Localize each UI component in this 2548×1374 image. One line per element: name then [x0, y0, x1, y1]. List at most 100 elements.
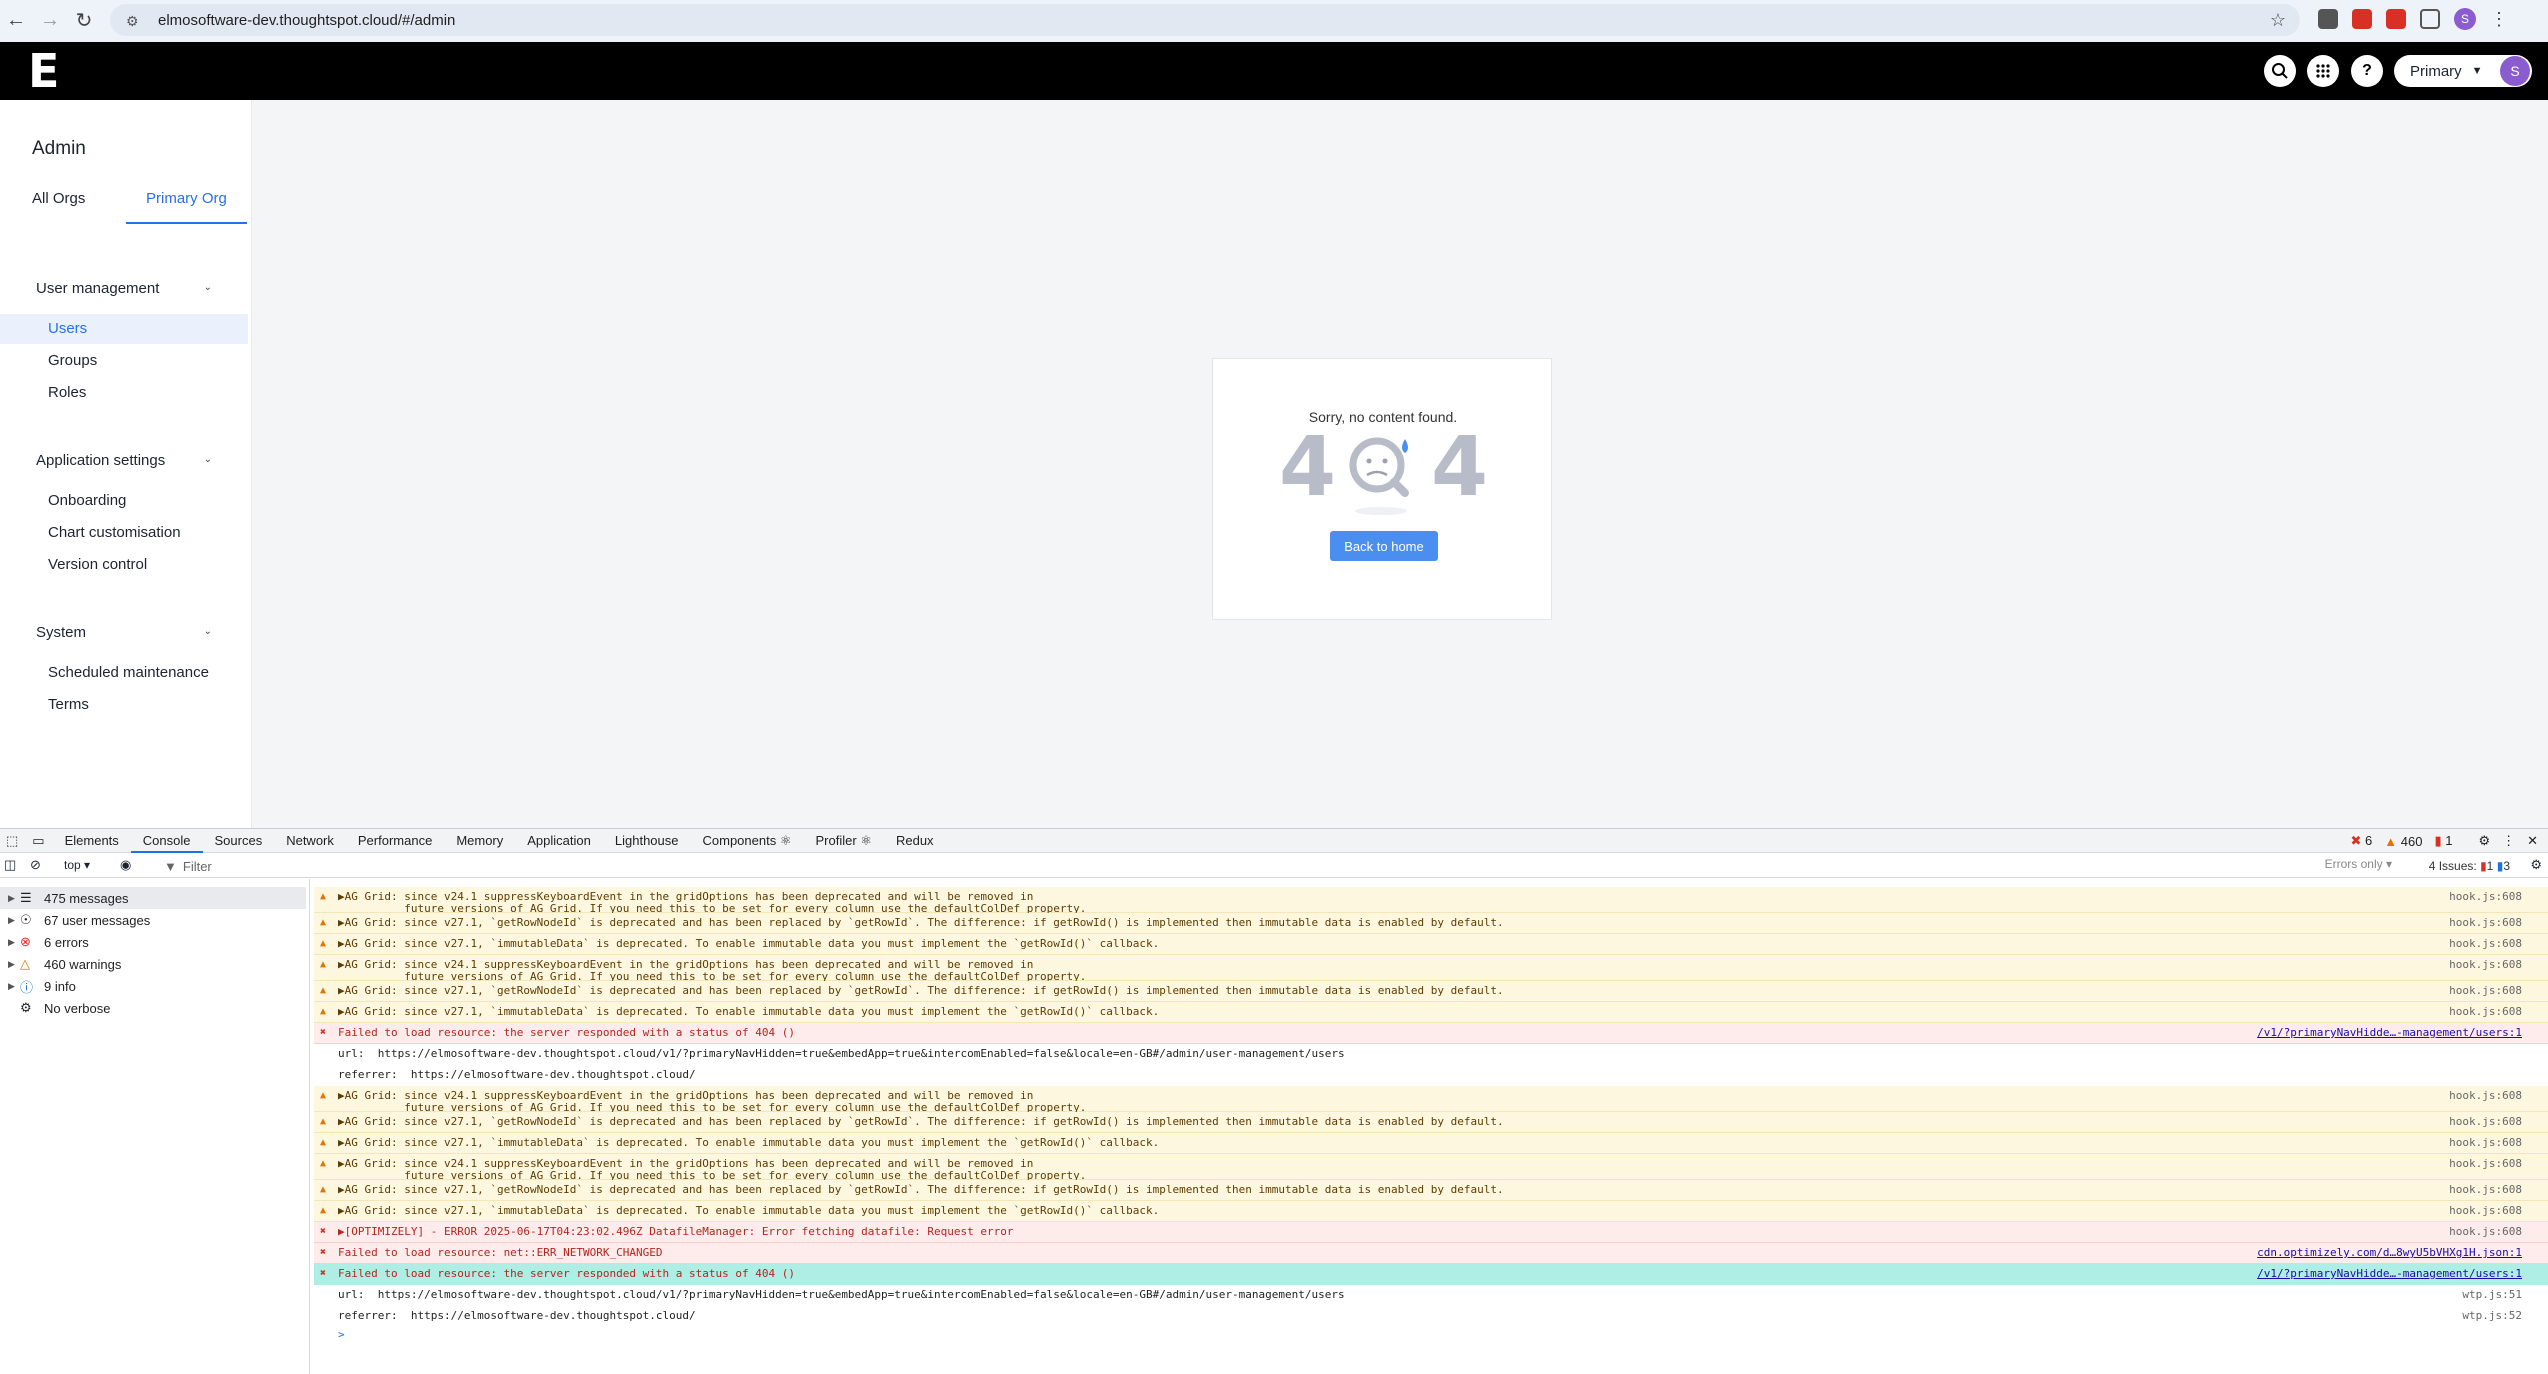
console-message[interactable]: ▲ ▶AG Grid: since v24.1 suppressKeyboardE… — [314, 955, 2548, 983]
console-message[interactable]: ✖ Failed to load resource: net::ERR_NETWO… — [314, 1243, 2548, 1264]
back-to-home-button[interactable]: Back to home — [1330, 531, 1438, 561]
live-expression-eye-icon[interactable]: ◉ — [120, 857, 131, 873]
summary-messages[interactable]: ▶ ☰ 475 messages — [0, 887, 306, 909]
sidebar-item-scheduled-maintenance[interactable]: Scheduled maintenance — [0, 658, 248, 688]
sidebar-toggle-icon[interactable]: ◫ — [4, 857, 16, 873]
tab-elements[interactable]: Elements — [53, 829, 131, 853]
address-bar[interactable]: ⚙ elmosoftware-dev.thoughtspot.cloud/#/a… — [110, 4, 2300, 36]
console-message[interactable]: url: https://elmosoftware-dev.thoughtspo… — [314, 1044, 2548, 1065]
console-message[interactable]: ▲ ▶AG Grid: since v27.1, `immutableData` … — [314, 1201, 2548, 1222]
org-switcher[interactable]: Primary ▼ S — [2394, 55, 2532, 87]
console-message[interactable]: ▲ ▶AG Grid: since v27.1, `getRowNodeId` i… — [314, 1180, 2548, 1201]
console-message[interactable]: ▲ ▶AG Grid: since v27.1, `getRowNodeId` i… — [314, 1112, 2548, 1133]
console-message[interactable]: ▲ ▶AG Grid: since v27.1, `immutableData` … — [314, 1133, 2548, 1154]
source-link[interactable]: hook.js:608 — [2449, 1158, 2522, 1170]
source-link[interactable]: hook.js:608 — [2449, 1116, 2522, 1128]
inspect-icon[interactable]: ⬚ — [0, 833, 24, 849]
issues-button[interactable]: 4 Issues: ▮1 ▮3 — [2429, 859, 2510, 873]
console-settings-icon[interactable]: ⚙ — [2530, 857, 2542, 873]
console-message[interactable]: ▲ ▶AG Grid: since v27.1, `getRowNodeId` i… — [314, 981, 2548, 1002]
profile-avatar[interactable]: S — [2454, 8, 2476, 30]
source-link[interactable]: hook.js:608 — [2449, 1205, 2522, 1217]
console-message[interactable]: ✖ ▶[OPTIMIZELY] - ERROR 2025-06-17T04:23:… — [314, 1222, 2548, 1243]
device-toolbar-icon[interactable]: ▭ — [24, 833, 52, 849]
source-link[interactable]: hook.js:608 — [2449, 1184, 2522, 1196]
extension-icon[interactable] — [2386, 9, 2406, 29]
tab-redux[interactable]: Redux — [884, 829, 946, 853]
console-message[interactable]: referrer: https://elmosoftware-dev.thoug… — [314, 1306, 2548, 1327]
source-link[interactable]: hook.js:608 — [2449, 959, 2522, 971]
context-selector[interactable]: top ▾ — [64, 858, 90, 872]
console-message[interactable]: ▲ ▶AG Grid: since v27.1, `immutableData` … — [314, 934, 2548, 955]
site-info-icon[interactable]: ⚙ — [126, 13, 144, 29]
sidebar-item-chart-customisation[interactable]: Chart customisation — [0, 518, 248, 548]
tab-sources[interactable]: Sources — [203, 829, 275, 853]
sidebar-item-version-control[interactable]: Version control — [0, 550, 248, 580]
console-message[interactable]: ✖ Failed to load resource: the server res… — [314, 1264, 2548, 1285]
sidebar-item-users[interactable]: Users — [0, 314, 248, 344]
tab-profiler[interactable]: Profiler ⚛ — [804, 829, 884, 853]
extension-icon[interactable] — [2352, 9, 2372, 29]
source-link[interactable]: hook.js:608 — [2449, 1226, 2522, 1238]
tab-lighthouse[interactable]: Lighthouse — [603, 829, 691, 853]
bookmark-star-icon[interactable]: ☆ — [2270, 10, 2286, 31]
console-message[interactable]: ▲ ▶AG Grid: since v24.1 suppressKeyboardE… — [314, 887, 2548, 915]
source-link[interactable]: /v1/?primaryNavHidde…-management/users:1 — [2257, 1268, 2522, 1280]
console-prompt[interactable]: > — [314, 1329, 2548, 1347]
error-count[interactable]: ✖ 6 — [2351, 833, 2373, 849]
info-count[interactable]: ▮ 1 — [2434, 833, 2452, 849]
reload-icon[interactable]: ↻ — [68, 4, 100, 36]
summary-verbose[interactable]: ⚙ No verbose — [0, 997, 306, 1019]
summary-info[interactable]: ▶ ⓘ 9 info — [0, 975, 306, 997]
more-options-icon[interactable]: ⋮ — [2502, 833, 2515, 849]
source-link[interactable]: hook.js:608 — [2449, 1006, 2522, 1018]
summary-errors[interactable]: ▶ ⊗ 6 errors — [0, 931, 306, 953]
source-link[interactable]: hook.js:608 — [2449, 1090, 2522, 1102]
source-link[interactable]: hook.js:608 — [2449, 1137, 2522, 1149]
console-message[interactable]: ✖ Failed to load resource: the server res… — [314, 1023, 2548, 1044]
close-icon[interactable]: ✕ — [2527, 833, 2538, 849]
section-application-settings[interactable]: Application settings ⌄ — [36, 452, 212, 469]
console-message[interactable]: ▲ ▶AG Grid: since v24.1 suppressKeyboardE… — [314, 1086, 2548, 1114]
console-message[interactable]: url: https://elmosoftware-dev.thoughtspo… — [314, 1285, 2548, 1306]
console-message[interactable]: ▲ ▶AG Grid: since v24.1 suppressKeyboardE… — [314, 1154, 2548, 1182]
summary-user-messages[interactable]: ▶ ☉ 67 user messages — [0, 909, 306, 931]
sidebar-item-terms[interactable]: Terms — [0, 690, 248, 720]
tab-network[interactable]: Network — [274, 829, 346, 853]
console-message[interactable]: referrer: https://elmosoftware-dev.thoug… — [314, 1065, 2548, 1086]
tab-all-orgs[interactable]: All Orgs — [32, 186, 85, 224]
source-link[interactable]: hook.js:608 — [2449, 985, 2522, 997]
source-link[interactable]: cdn.optimizely.com/d…8wyU5bVHXg1H.json:1 — [2257, 1247, 2522, 1259]
section-system[interactable]: System ⌄ — [36, 624, 212, 641]
source-link[interactable]: wtp.js:52 — [2462, 1310, 2522, 1322]
app-logo[interactable]: E — [28, 48, 59, 94]
extension-icon[interactable] — [2318, 9, 2338, 29]
source-link[interactable]: hook.js:608 — [2449, 938, 2522, 950]
summary-warnings[interactable]: ▶ △ 460 warnings — [0, 953, 306, 975]
tab-components[interactable]: Components ⚛ — [691, 829, 804, 853]
help-icon[interactable]: ? — [2351, 55, 2383, 87]
puzzle-icon[interactable] — [2420, 9, 2440, 29]
console-message[interactable]: ▲ ▶AG Grid: since v27.1, `getRowNodeId` i… — [314, 913, 2548, 934]
tab-application[interactable]: Application — [515, 829, 603, 853]
sidebar-item-onboarding[interactable]: Onboarding — [0, 486, 248, 516]
source-link[interactable]: /v1/?primaryNavHidde…-management/users:1 — [2257, 1027, 2522, 1039]
tab-primary-org[interactable]: Primary Org — [126, 186, 247, 224]
warning-count[interactable]: ▲ 460 — [2384, 834, 2422, 849]
source-link[interactable]: wtp.js:51 — [2462, 1289, 2522, 1301]
source-link[interactable]: hook.js:608 — [2449, 917, 2522, 929]
log-level-dropdown[interactable]: Errors only ▾ — [2325, 857, 2392, 871]
menu-dots-icon[interactable]: ⋮ — [2490, 9, 2508, 30]
forward-icon[interactable]: → — [34, 4, 66, 36]
tab-performance[interactable]: Performance — [346, 829, 444, 853]
clear-console-icon[interactable]: ⊘ — [30, 857, 41, 873]
back-icon[interactable]: ← — [0, 4, 32, 36]
settings-gear-icon[interactable]: ⚙ — [2478, 833, 2490, 849]
sidebar-item-groups[interactable]: Groups — [0, 346, 248, 376]
search-icon[interactable] — [2264, 55, 2296, 87]
console-message[interactable]: ▲ ▶AG Grid: since v27.1, `immutableData` … — [314, 1002, 2548, 1023]
console-filter-input[interactable]: ▼ Filter — [156, 856, 2296, 876]
user-avatar[interactable]: S — [2500, 56, 2530, 86]
source-link[interactable]: hook.js:608 — [2449, 891, 2522, 903]
section-user-management[interactable]: User management ⌄ — [36, 280, 212, 297]
